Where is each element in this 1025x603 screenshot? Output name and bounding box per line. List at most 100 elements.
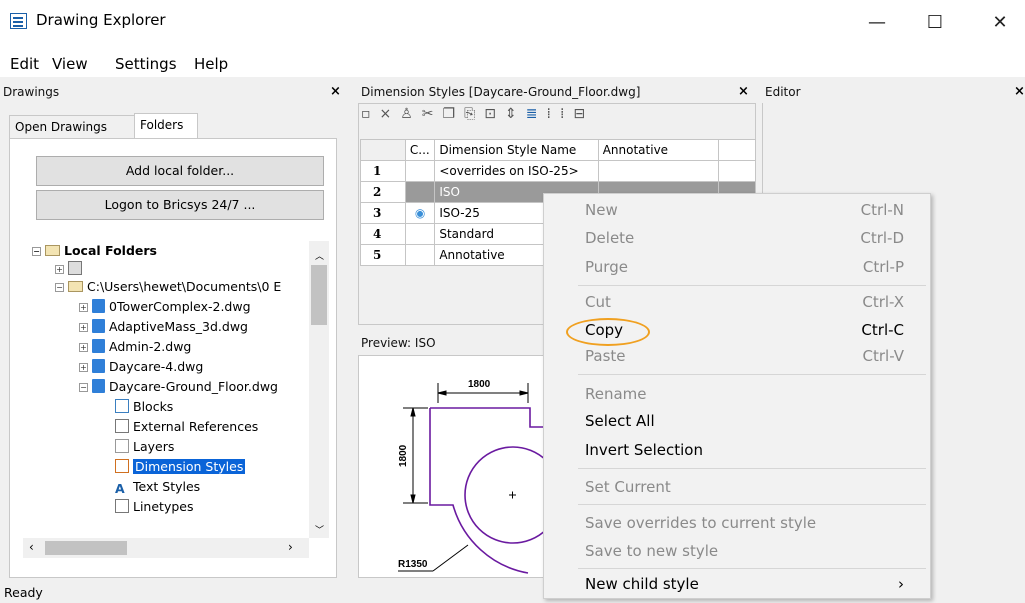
- linetypes-icon: [115, 499, 129, 513]
- tree-node-linetypes[interactable]: Linetypes: [115, 497, 194, 517]
- external-references-icon: [115, 419, 129, 433]
- scroll-down-icon[interactable]: ﹀: [315, 523, 324, 536]
- purge-icon[interactable]: ♙: [400, 106, 422, 122]
- collapse-icon[interactable]: −: [79, 383, 88, 392]
- table-header-row: C... Dimension Style Name Annotative: [360, 139, 756, 161]
- menu-item-select-all[interactable]: Select All: [544, 409, 930, 434]
- dimstyles-panel-close-icon[interactable]: ×: [738, 84, 749, 99]
- drawings-panel-close-icon[interactable]: ×: [330, 84, 341, 99]
- menu-item-save-to-new-style[interactable]: Save to new style: [544, 539, 930, 564]
- menu-separator: [578, 568, 926, 569]
- collapse-icon[interactable]: −: [55, 283, 64, 292]
- dimension-text-radius: R1350: [398, 559, 428, 570]
- add-local-folder-button[interactable]: Add local folder...: [36, 156, 324, 186]
- editor-panel-header: Editor: [762, 81, 1025, 103]
- menu-item-purge[interactable]: Purge Ctrl-P: [544, 255, 930, 280]
- column-header-name[interactable]: Dimension Style Name: [434, 139, 599, 161]
- menu-separator: [578, 374, 926, 375]
- tree-node-dwg[interactable]: + Daycare-4.dwg: [79, 357, 203, 377]
- menu-item-set-current[interactable]: Set Current: [544, 475, 930, 500]
- app-icon: [10, 13, 27, 29]
- menu-item-save-overrides[interactable]: Save overrides to current style: [544, 511, 930, 536]
- menu-item-rename[interactable]: Rename: [544, 382, 930, 407]
- tree-node-text-styles[interactable]: A Text Styles: [115, 477, 200, 497]
- tab-folders[interactable]: Folders: [134, 113, 198, 140]
- menu-item-paste[interactable]: Paste Ctrl-V: [544, 344, 930, 369]
- row-number: 4: [360, 223, 406, 245]
- tree-horizontal-scrollbar[interactable]: ‹ ›: [23, 538, 309, 558]
- new-icon[interactable]: ▫: [361, 106, 380, 122]
- list-view-icon[interactable]: ≣: [526, 106, 547, 122]
- dwg-file-icon: [92, 319, 105, 333]
- tree-node-dimension-styles[interactable]: Dimension Styles: [115, 457, 246, 477]
- paste-icon[interactable]: ⎘: [464, 106, 484, 122]
- dwg-file-icon: [92, 339, 105, 353]
- menu-view[interactable]: View: [52, 55, 88, 73]
- current-style-icon: ◉: [404, 202, 436, 224]
- collapse-icon[interactable]: −: [32, 247, 41, 256]
- dimension-preview-drawing: 1800 1800 R1350: [398, 379, 548, 574]
- tree-vertical-scrollbar[interactable]: ︿ ﹀: [309, 241, 329, 538]
- column-header-current[interactable]: C...: [404, 139, 436, 161]
- dimension-text-left: 1800: [398, 444, 409, 467]
- dimension-styles-icon: [115, 459, 129, 473]
- sort-icon[interactable]: ⇕: [505, 106, 526, 122]
- column-header-annotative[interactable]: Annotative: [597, 139, 720, 161]
- menu-item-new[interactable]: New Ctrl-N: [544, 198, 930, 223]
- tree-node-blocks[interactable]: Blocks: [115, 397, 173, 417]
- folder-tree: − Local Folders + − C:\Users\hewet\Documen…: [23, 239, 308, 539]
- blocks-icon: [115, 399, 129, 413]
- menu-settings[interactable]: Settings: [115, 55, 177, 73]
- tree-node-dwg[interactable]: + AdaptiveMass_3d.dwg: [79, 317, 248, 337]
- menu-help[interactable]: Help: [194, 55, 228, 73]
- copy-highlight-ring: [566, 318, 650, 346]
- tree-node-dwg[interactable]: +0TowerComplex-2.dwg: [79, 297, 251, 317]
- menu-item-new-child-style[interactable]: New child style ›: [544, 572, 930, 597]
- table-row[interactable]: 1 <overrides on ISO-25>: [360, 160, 756, 182]
- scroll-right-icon[interactable]: ›: [288, 540, 293, 554]
- expand-icon[interactable]: +: [79, 343, 88, 352]
- tree-node-xrefs[interactable]: External References: [115, 417, 258, 437]
- delete-icon[interactable]: ×: [380, 106, 401, 122]
- tree-node-dwg[interactable]: − Daycare-Ground_Floor.dwg: [79, 377, 278, 397]
- expand-icon[interactable]: +: [79, 323, 88, 332]
- style-name-cell[interactable]: <overrides on ISO-25>: [434, 160, 599, 182]
- dimstyles-toolbar: ▫×♙✂❐⎘⊡⇕≣⁞⁞⊟: [361, 106, 711, 128]
- set-current-icon[interactable]: ⊡: [484, 106, 505, 122]
- logon-bricsys-button[interactable]: Logon to Bricsys 24/7 ...: [36, 190, 324, 220]
- dwg-file-icon: [92, 359, 105, 373]
- copy-icon[interactable]: ❐: [443, 106, 465, 122]
- tree-node-folder[interactable]: +: [55, 259, 86, 279]
- tree-node-layers[interactable]: Layers: [115, 437, 174, 457]
- tree-node-local-folders[interactable]: − Local Folders: [32, 241, 157, 261]
- tree-node-folder[interactable]: − C:\Users\hewet\Documents\0 E: [55, 277, 281, 297]
- scroll-thumb[interactable]: [45, 541, 127, 555]
- menu-edit[interactable]: Edit: [10, 55, 39, 73]
- scroll-left-icon[interactable]: ‹: [29, 540, 34, 554]
- menu-item-cut[interactable]: Cut Ctrl-X: [544, 290, 930, 315]
- scroll-up-icon[interactable]: ︿: [315, 249, 324, 262]
- maximize-button[interactable]: ☐: [915, 8, 955, 38]
- tab-open-drawings[interactable]: Open Drawings: [9, 115, 138, 139]
- minimize-button[interactable]: —: [857, 8, 897, 38]
- grid-view-icon[interactable]: ⁞⁞: [547, 106, 574, 122]
- dwg-file-icon: [92, 299, 105, 313]
- cut-icon[interactable]: ✂: [422, 106, 443, 122]
- editor-panel-title: Editor: [765, 85, 801, 99]
- expand-icon[interactable]: +: [79, 303, 88, 312]
- expand-icon[interactable]: +: [79, 363, 88, 372]
- expand-icon[interactable]: +: [55, 265, 64, 274]
- menu-item-delete[interactable]: Delete Ctrl-D: [544, 226, 930, 251]
- folder-open-icon: [68, 281, 83, 292]
- preview-panel-title: Preview: ISO: [361, 336, 436, 350]
- status-text: Ready: [4, 585, 43, 600]
- close-button[interactable]: ✕: [980, 8, 1020, 38]
- layers-icon: [115, 439, 129, 453]
- editor-panel-close-icon[interactable]: ×: [1014, 84, 1025, 99]
- menu-item-invert-selection[interactable]: Invert Selection: [544, 438, 930, 463]
- scroll-thumb[interactable]: [311, 265, 327, 325]
- dimstyles-panel-header: Dimension Styles [Daycare-Ground_Floor.d…: [358, 81, 756, 103]
- tree-view-icon[interactable]: ⊟: [573, 106, 594, 122]
- menu-separator: [578, 285, 926, 286]
- tree-node-dwg[interactable]: + Admin-2.dwg: [79, 337, 191, 357]
